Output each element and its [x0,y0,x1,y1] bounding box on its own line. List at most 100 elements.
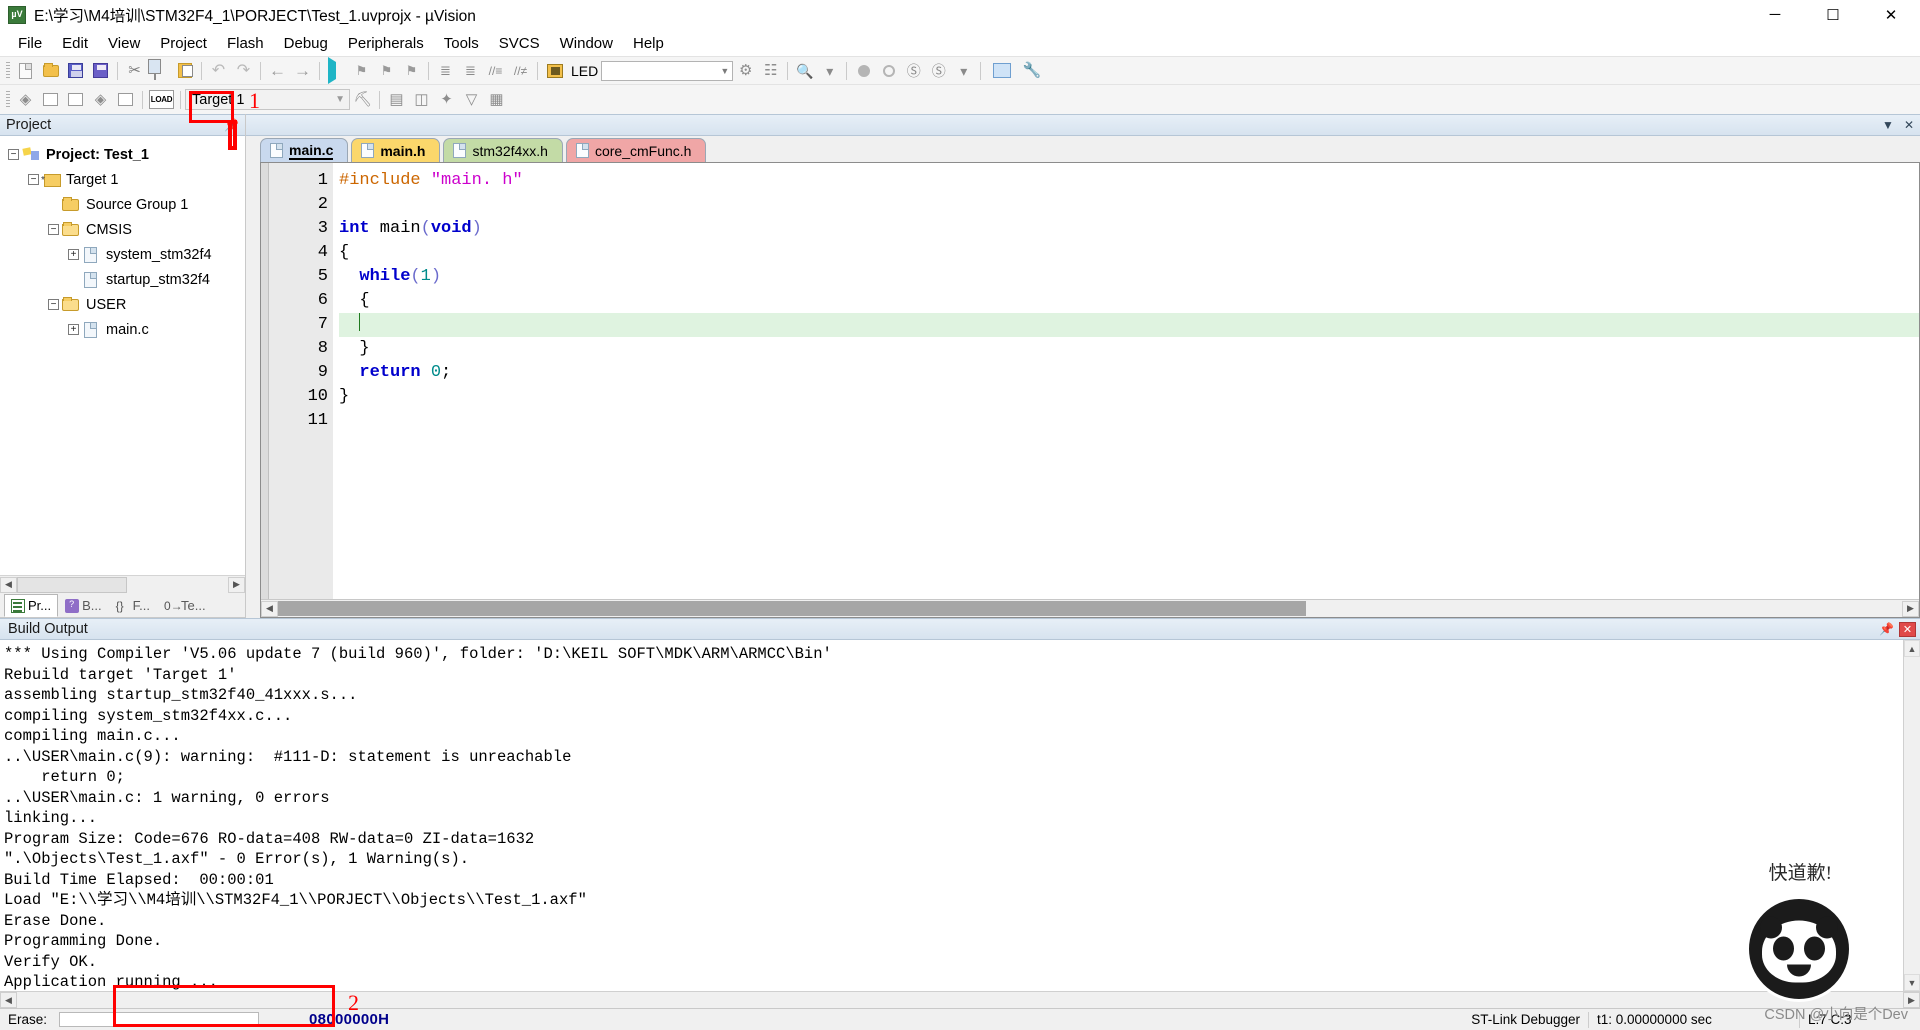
manage-components-button[interactable]: ▤ [384,88,409,112]
expander-icon[interactable]: + [68,324,79,335]
tree-item-system-stm32f4[interactable]: + system_stm32f4 [0,242,245,267]
doc-tab-core-cmfunc-h[interactable]: core_cmFunc.h [565,138,707,162]
toggle-bookmark-button[interactable] [324,56,349,84]
tree-item-startup-stm32f4[interactable]: startup_stm32f4 [0,267,245,292]
menu-file[interactable]: File [8,32,52,55]
tab-project[interactable]: Pr... [4,594,59,617]
build-output-line[interactable]: Build Time Elapsed: 00:00:01 [4,870,1903,891]
pin-icon[interactable]: 📌 [1879,622,1894,636]
build-output-vscrollbar[interactable]: ▲ ▼ [1903,640,1920,991]
configuration-button[interactable]: 🔧 [1019,59,1044,83]
menu-edit[interactable]: Edit [52,32,98,55]
project-tree-hscrollbar[interactable]: ◀ ▶ [0,575,245,593]
menu-flash[interactable]: Flash [217,32,274,55]
build-output-hscrollbar[interactable]: ◀ ▶ [0,991,1920,1008]
close-icon[interactable]: ✕ [1904,118,1914,132]
redo-button[interactable]: ↷ [231,59,256,83]
code-line[interactable] [339,193,1919,217]
code-text[interactable]: #include "main. h" int main(void){ while… [333,163,1919,599]
maximize-button[interactable]: ☐ [1804,0,1862,30]
build-output-line[interactable]: Program Size: Code=676 RO-data=408 RW-da… [4,829,1903,850]
menu-window[interactable]: Window [550,32,623,55]
doc-tab-main-h[interactable]: main.h [351,138,441,162]
expander-icon[interactable]: − [48,224,59,235]
window-layout-button[interactable] [985,59,1019,83]
download-to-flash-button[interactable]: LOAD [147,88,176,112]
breakpoint-kill-all-button[interactable]: Ⓢ [901,59,926,83]
chevron-down-icon[interactable]: ▼ [1882,118,1894,132]
menu-help[interactable]: Help [623,32,674,55]
code-line[interactable]: } [339,337,1919,361]
code-line[interactable]: } [339,385,1919,409]
menu-svcs[interactable]: SVCS [489,32,550,55]
code-line[interactable]: int main(void) [339,217,1919,241]
undo-button[interactable]: ↶ [206,59,231,83]
breakpoint-disable-all-button[interactable]: Ⓢ [926,59,951,83]
zoom-button[interactable]: 🔍 [792,59,817,83]
editor-hscrollbar[interactable]: ◀ ▶ [261,599,1919,617]
build-output-line[interactable]: Rebuild target 'Target 1' [4,665,1903,686]
build-output-line[interactable]: ".\Objects\Test_1.axf" - 0 Error(s), 1 W… [4,849,1903,870]
target-selector[interactable]: Target 1 ▼ [185,89,350,110]
code-editor[interactable]: 1 2 3 4 5 6 7 8 9 10 11 #include "main. h" int mai… [260,162,1920,618]
build-output-body[interactable]: *** Using Compiler 'V5.06 update 7 (buil… [0,640,1920,991]
scroll-track[interactable] [17,576,228,593]
scroll-left-arrow-icon[interactable]: ◀ [261,600,278,617]
scroll-left-arrow-icon[interactable]: ◀ [0,992,17,1008]
breakpoint-dropdown-button[interactable]: ▾ [951,59,976,83]
build-output-line[interactable]: ..\USER\main.c: 1 warning, 0 errors [4,788,1903,809]
close-icon[interactable]: ✕ [1899,621,1916,637]
code-line[interactable] [339,313,1919,337]
scroll-thumb[interactable] [278,601,1306,616]
menu-peripherals[interactable]: Peripherals [338,32,434,55]
breakpoint-disable-button[interactable] [876,59,901,83]
copy-button[interactable] [147,59,172,83]
scroll-thumb[interactable] [17,576,127,593]
cut-button[interactable]: ✂ [122,59,147,83]
close-button[interactable]: ✕ [1862,0,1920,30]
zoom-dropdown-button[interactable]: ▾ [817,59,842,83]
code-area[interactable]: 1 2 3 4 5 6 7 8 9 10 11 #include "main. h" int mai… [261,163,1919,599]
save-all-button[interactable] [88,59,113,83]
toolbar-grip[interactable] [6,61,10,80]
code-line[interactable]: { [339,289,1919,313]
tab-books[interactable]: B... [58,594,109,617]
build-output-line[interactable]: Programming Done. [4,931,1903,952]
scroll-up-arrow-icon[interactable]: ▲ [1904,640,1920,657]
outdent-button[interactable]: ≣ [458,59,483,83]
build-output-line[interactable]: compiling main.c... [4,726,1903,747]
pin-icon[interactable]: 📌 [224,118,239,132]
build-output-line[interactable]: ..\USER\main.c(9): warning: #111-D: stat… [4,747,1903,768]
tree-item-target[interactable]: − Target 1 [0,167,245,192]
navigate-back-button[interactable]: ← [265,59,290,83]
tree-item-main-c[interactable]: + main.c [0,317,245,342]
build-output-line[interactable]: Application running ... [4,972,1903,991]
comment-button[interactable]: //≡ [483,59,508,83]
previous-bookmark-button[interactable]: ⚑ [349,59,374,83]
new-file-button[interactable] [13,59,38,83]
next-bookmark-button[interactable]: ⚑ [374,59,399,83]
scroll-right-arrow-icon[interactable]: ▶ [228,576,245,593]
code-line[interactable]: return 0; [339,361,1919,385]
build-output-line[interactable]: assembling startup_stm32f40_41xxx.s... [4,685,1903,706]
code-line[interactable] [339,409,1919,433]
expander-icon[interactable]: − [8,149,19,160]
scroll-left-arrow-icon[interactable]: ◀ [0,576,17,593]
pack-installer-button[interactable]: ◫ [409,88,434,112]
doc-tab-main-c[interactable]: main.c [260,138,349,162]
menu-debug[interactable]: Debug [274,32,338,55]
expander-icon[interactable]: − [48,299,59,310]
target-options-button[interactable] [542,59,567,83]
target-settings-button[interactable]: ⚙ [733,59,758,83]
code-line[interactable]: while(1) [339,265,1919,289]
filter-button[interactable]: ▽ [459,88,484,112]
build-output-text[interactable]: *** Using Compiler 'V5.06 update 7 (buil… [0,640,1903,991]
rebuild-button[interactable] [63,88,88,112]
tree-item-source-group[interactable]: Source Group 1 [0,192,245,217]
navigate-forward-button[interactable]: → [290,59,315,83]
build-output-line[interactable]: return 0; [4,767,1903,788]
scroll-track[interactable] [17,992,1903,1008]
tree-item-user[interactable]: − USER [0,292,245,317]
uncomment-button[interactable]: //≠ [508,59,533,83]
build-button[interactable] [38,88,63,112]
